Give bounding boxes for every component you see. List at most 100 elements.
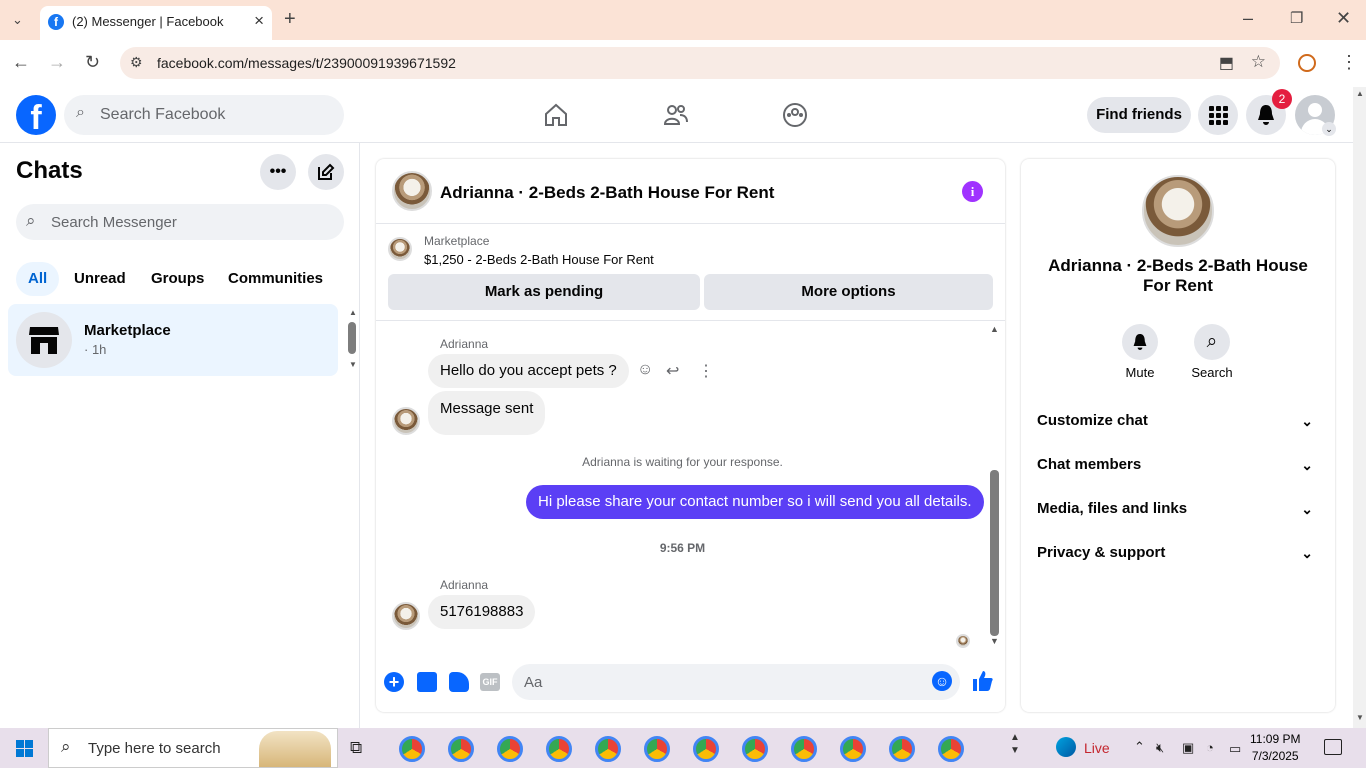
taskbar-clock[interactable]: 11:09 PM 7/3/2025	[1250, 731, 1300, 765]
account-chevron-icon[interactable]: ⌄	[1322, 122, 1336, 136]
minimize-icon[interactable]: –	[1243, 8, 1253, 28]
chrome-taskbar-icon[interactable]	[693, 736, 719, 762]
mark-as-pending-button[interactable]: Mark as pending	[388, 274, 700, 310]
incoming-message-bubble[interactable]: 5176198883	[428, 595, 536, 629]
filter-groups[interactable]: Groups	[139, 262, 216, 296]
tab-list-icon[interactable]: ⌄	[12, 10, 23, 30]
thumbs-up-icon[interactable]	[972, 670, 994, 697]
back-icon[interactable]: ←	[12, 52, 30, 72]
filter-all[interactable]: All	[16, 262, 60, 296]
chat-options-icon[interactable]: •••	[260, 154, 296, 190]
incoming-message-bubble[interactable]: Hello do you accept pets ?	[428, 354, 629, 388]
chrome-taskbar-icon[interactable]	[840, 736, 866, 762]
listing-photo-avatar[interactable]	[392, 171, 432, 211]
message-more-icon[interactable]: ⋮	[698, 361, 714, 381]
chat-list-item[interactable]: Marketplace · 1h	[8, 304, 338, 376]
clock-time: 11:09 PM	[1250, 732, 1301, 746]
chevron-down-icon: ⌄	[1301, 457, 1313, 473]
reply-icon[interactable]: ↩	[666, 361, 679, 381]
more-actions-plus-icon[interactable]: +	[384, 672, 404, 692]
browser-tab[interactable]: f (2) Messenger | Facebook ×	[40, 6, 272, 40]
listing-thumbnail	[388, 237, 412, 261]
incoming-message-bubble[interactable]: Message sent	[428, 391, 546, 435]
omnibox[interactable]: ⚙ facebook.com/messages/t/23900091939671…	[120, 47, 1280, 79]
privacy-support-row[interactable]: Privacy & support ⌄	[1037, 544, 1321, 568]
conversation-title[interactable]: Adrianna · 2-Beds 2-Bath House For Rent	[440, 183, 774, 203]
message-input[interactable]: Aa ☺	[512, 664, 960, 700]
meet-now-icon[interactable]: ▣	[1182, 740, 1194, 756]
attach-photo-icon[interactable]	[417, 672, 437, 692]
menu-grid-icon[interactable]	[1198, 95, 1238, 135]
live-label[interactable]: Live	[1084, 740, 1110, 756]
facebook-favicon-icon: f	[48, 14, 64, 30]
close-window-icon[interactable]: ✕	[1336, 8, 1351, 28]
react-emoji-icon[interactable]: ☺	[637, 361, 653, 379]
filter-communities[interactable]: Communities	[216, 262, 335, 296]
chevron-down-icon: ⌄	[1301, 501, 1313, 517]
chrome-taskbar-icon[interactable]	[595, 736, 621, 762]
chrome-taskbar-icon[interactable]	[546, 736, 572, 762]
hidden-icons-chevron-icon[interactable]: ⌃	[1134, 739, 1145, 755]
new-tab-icon[interactable]: +	[284, 9, 296, 29]
chat-members-row[interactable]: Chat members ⌄	[1037, 456, 1321, 480]
battery-icon[interactable]: ▭	[1229, 741, 1241, 757]
chrome-taskbar-icon[interactable]	[938, 736, 964, 762]
volume-muted-icon[interactable]: 🔇︎	[1156, 740, 1164, 756]
chrome-taskbar-icon[interactable]	[448, 736, 474, 762]
live-cricket-icon[interactable]	[1056, 737, 1076, 757]
thread-scrollbar[interactable]: ▲ ▼	[988, 324, 1002, 648]
windows-start-icon[interactable]	[16, 740, 33, 762]
emoji-icon[interactable]: ☺	[932, 671, 952, 691]
facebook-search-input[interactable]: ⌕ Search Facebook	[64, 95, 344, 135]
search-label[interactable]: Search	[1182, 365, 1242, 380]
taskbar-search-box[interactable]: ⌕ Type here to search	[48, 728, 338, 768]
chevron-down-icon: ⌄	[1301, 545, 1313, 561]
gif-icon[interactable]: GIF	[480, 673, 500, 691]
forward-icon[interactable]: →	[48, 52, 66, 72]
marketplace-store-icon	[16, 312, 72, 368]
maximize-icon[interactable]: ❐	[1290, 9, 1303, 29]
chrome-taskbar-icon[interactable]	[399, 736, 425, 762]
friends-icon[interactable]	[663, 102, 689, 133]
info-icon[interactable]: i	[962, 181, 983, 202]
message-input-placeholder: Aa	[524, 674, 543, 691]
notification-center-icon[interactable]	[1324, 739, 1342, 755]
chrome-taskbar-icon[interactable]	[742, 736, 768, 762]
page-scrollbar[interactable]: ▲ ▼	[1353, 87, 1366, 728]
messenger-search-input[interactable]: ⌕ Search Messenger	[16, 204, 344, 240]
chrome-taskbar-icon[interactable]	[644, 736, 670, 762]
network-icon[interactable]: ◔	[1206, 740, 1214, 755]
close-tab-icon[interactable]: ×	[254, 11, 264, 31]
search-icon[interactable]: ⌕	[1194, 324, 1230, 360]
groups-icon[interactable]	[782, 102, 808, 133]
task-view-icon[interactable]: ⧉	[350, 738, 362, 758]
chat-item-name: Marketplace	[84, 322, 171, 339]
sender-avatar[interactable]	[392, 602, 420, 630]
reload-icon[interactable]: ↻	[85, 52, 100, 72]
site-info-icon[interactable]: ⚙	[130, 54, 143, 71]
chat-info-photo[interactable]	[1142, 175, 1214, 247]
chrome-taskbar-icon[interactable]	[889, 736, 915, 762]
taskbar-scroll-arrows-icon[interactable]: ▲ ▼	[1010, 731, 1020, 757]
outgoing-message-bubble[interactable]: Hi please share your contact number so i…	[526, 485, 984, 519]
mute-label[interactable]: Mute	[1110, 365, 1170, 380]
bookmark-star-icon[interactable]: ☆	[1251, 52, 1266, 72]
customize-chat-row[interactable]: Customize chat ⌄	[1037, 412, 1321, 436]
home-icon[interactable]	[543, 102, 569, 133]
chats-scrollbar[interactable]: ▲ ▼	[347, 308, 357, 370]
chrome-taskbar-icon[interactable]	[791, 736, 817, 762]
install-app-icon[interactable]: ⬒	[1219, 53, 1234, 73]
listing-price-title[interactable]: $1,250 - 2-Beds 2-Bath House For Rent	[424, 252, 654, 267]
chrome-taskbar-icon[interactable]	[497, 736, 523, 762]
chevron-down-icon: ⌄	[1301, 413, 1313, 429]
more-options-button[interactable]: More options	[704, 274, 993, 310]
facebook-logo-icon[interactable]: f	[16, 95, 56, 135]
sender-avatar[interactable]	[392, 407, 420, 435]
mute-bell-icon[interactable]	[1122, 324, 1158, 360]
media-files-row[interactable]: Media, files and links ⌄	[1037, 500, 1321, 524]
new-message-icon[interactable]	[308, 154, 344, 190]
filter-unread[interactable]: Unread	[62, 262, 138, 296]
find-friends-button[interactable]: Find friends	[1087, 97, 1191, 133]
browser-menu-icon[interactable]: ⋮	[1340, 52, 1358, 72]
profile-icon[interactable]	[1298, 54, 1316, 72]
